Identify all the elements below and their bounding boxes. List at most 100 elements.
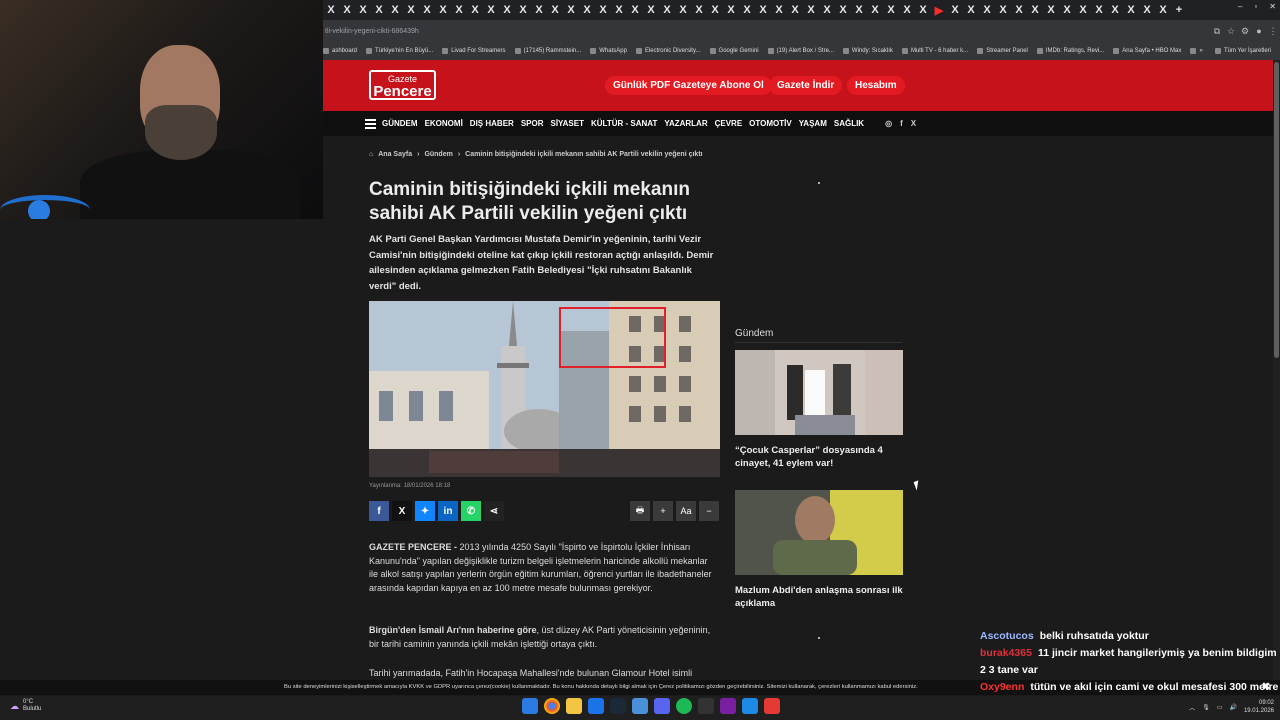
bookmark-item[interactable]: IMDb: Ratings, Revi...: [1036, 48, 1104, 54]
browser-tab[interactable]: X: [771, 4, 787, 16]
browser-tab[interactable]: X: [339, 4, 355, 16]
instagram-icon[interactable]: ◎: [885, 119, 892, 128]
browser-tab[interactable]: X: [755, 4, 771, 16]
font-size-icon[interactable]: Aa: [676, 501, 696, 521]
browser-tab[interactable]: X: [499, 4, 515, 16]
app-icon[interactable]: [588, 698, 604, 714]
bookmark-item[interactable]: (19) Alert Box / Stre...: [767, 48, 834, 54]
file-explorer-icon[interactable]: [566, 698, 582, 714]
bookmark-item[interactable]: Türkiye'nin En Büyü...: [366, 48, 433, 54]
browser-tab[interactable]: X: [387, 4, 403, 16]
browser-tab[interactable]: X: [323, 4, 339, 16]
maximize-icon[interactable]: ▫: [1254, 2, 1257, 11]
nav-item[interactable]: YAŞAM: [799, 119, 827, 128]
nav-item[interactable]: SAĞLIK: [834, 119, 864, 128]
news-card-image[interactable]: [735, 350, 903, 435]
browser-tab[interactable]: X: [1059, 4, 1075, 16]
weather-widget[interactable]: ☁ 0°C Bulutlu: [10, 699, 41, 713]
scrollbar-thumb[interactable]: [1274, 62, 1279, 358]
bookmark-star-icon[interactable]: ☆: [1224, 26, 1238, 37]
nav-item[interactable]: YAZARLAR: [664, 119, 707, 128]
network-icon[interactable]: ▭: [1217, 704, 1223, 711]
x-share-icon[interactable]: X: [392, 501, 412, 521]
browser-tab[interactable]: X: [643, 4, 659, 16]
install-app-icon[interactable]: ⧉: [1210, 26, 1224, 37]
linkedin-share-icon[interactable]: in: [438, 501, 458, 521]
chat-username[interactable]: Oxy9enn: [980, 681, 1024, 693]
close-window-icon[interactable]: ✕: [1269, 2, 1276, 11]
clock[interactable]: 09:02 19.01.2026: [1244, 699, 1274, 715]
browser-tab[interactable]: X: [1043, 4, 1059, 16]
browser-tab[interactable]: X: [1075, 4, 1091, 16]
browser-tab[interactable]: X: [963, 4, 979, 16]
browser-tab[interactable]: X: [1155, 4, 1171, 16]
mic-icon[interactable]: 🎙: [1202, 704, 1210, 711]
chat-username[interactable]: burak4365: [980, 647, 1032, 659]
browser-tab[interactable]: X: [451, 4, 467, 16]
menu-dots-icon[interactable]: ⋮: [1266, 26, 1280, 37]
browser-tab[interactable]: X: [531, 4, 547, 16]
bookmark-item[interactable]: Electronic Diversity...: [635, 48, 701, 54]
bookmark-item[interactable]: Windy: Sıcaklık: [842, 48, 893, 54]
browser-tab[interactable]: X: [739, 4, 755, 16]
site-logo[interactable]: Gazete Pencere: [369, 70, 436, 100]
chat-username[interactable]: Ascotucos: [980, 630, 1034, 642]
browser-tab[interactable]: X: [995, 4, 1011, 16]
browser-tab[interactable]: X: [787, 4, 803, 16]
nav-item[interactable]: OTOMOTİV: [749, 119, 792, 128]
source-link[interactable]: Birgün'den İsmail Arı'nın haberine göre: [369, 625, 536, 635]
nav-item[interactable]: ÇEVRE: [715, 119, 743, 128]
bookmark-item[interactable]: Streamer Panel: [977, 48, 1028, 54]
browser-tab[interactable]: X: [355, 4, 371, 16]
increase-font-button[interactable]: +: [653, 501, 673, 521]
extensions-icon[interactable]: ⚙: [1238, 26, 1252, 37]
browser-tab[interactable]: X: [723, 4, 739, 16]
print-icon[interactable]: 🖶: [630, 501, 650, 521]
browser-tab[interactable]: X: [659, 4, 675, 16]
hamburger-menu-icon[interactable]: [365, 117, 376, 131]
volume-icon[interactable]: 🔊: [1229, 704, 1236, 711]
browser-tab[interactable]: X: [1123, 4, 1139, 16]
browser-tab[interactable]: X: [515, 4, 531, 16]
app-icon[interactable]: [698, 698, 714, 714]
bookmark-item[interactable]: Google Gemini: [709, 48, 759, 54]
browser-tab[interactable]: X: [835, 4, 851, 16]
news-card-title[interactable]: “Çocuk Casperlar” dosyasında 4 cinayet, …: [735, 445, 903, 470]
x-icon[interactable]: X: [911, 119, 916, 128]
steam-icon[interactable]: [610, 698, 626, 714]
browser-tab[interactable]: X: [691, 4, 707, 16]
new-tab-button[interactable]: +: [1171, 4, 1187, 16]
nav-item[interactable]: DIŞ HABER: [470, 119, 514, 128]
download-newspaper-button[interactable]: Gazete İndir: [769, 76, 843, 95]
bookmark-item[interactable]: »: [1190, 48, 1203, 54]
browser-tab[interactable]: X: [1107, 4, 1123, 16]
discord-icon[interactable]: [654, 698, 670, 714]
browser-tab[interactable]: X: [1091, 4, 1107, 16]
browser-tab[interactable]: X: [899, 4, 915, 16]
breadcrumb-section[interactable]: Gündem: [424, 151, 452, 158]
nav-item[interactable]: SİYASET: [550, 119, 584, 128]
browser-tab[interactable]: X: [627, 4, 643, 16]
browser-tab[interactable]: X: [851, 4, 867, 16]
chrome-icon[interactable]: [544, 698, 560, 714]
browser-tab[interactable]: X: [803, 4, 819, 16]
browser-tab[interactable]: X: [819, 4, 835, 16]
start-icon[interactable]: [522, 698, 538, 714]
browser-tab[interactable]: X: [1011, 4, 1027, 16]
browser-tab[interactable]: X: [915, 4, 931, 16]
browser-tab[interactable]: X: [979, 4, 995, 16]
nav-item[interactable]: GÜNDEM: [382, 119, 418, 128]
nav-item[interactable]: EKONOMİ: [425, 119, 463, 128]
decrease-font-button[interactable]: −: [699, 501, 719, 521]
browser-tab[interactable]: X: [467, 4, 483, 16]
browser-tab[interactable]: X: [867, 4, 883, 16]
spotify-icon[interactable]: [676, 698, 692, 714]
app-icon[interactable]: [720, 698, 736, 714]
app-icon[interactable]: [632, 698, 648, 714]
url-text[interactable]: tli-vekilin-yegeni-cikti-686439h: [325, 28, 1210, 35]
browser-tab[interactable]: X: [883, 4, 899, 16]
browser-tab[interactable]: X: [371, 4, 387, 16]
subscribe-pdf-button[interactable]: Günlük PDF Gazeteye Abone Ol: [605, 76, 772, 95]
browser-tab[interactable]: X: [707, 4, 723, 16]
browser-tab[interactable]: X: [1027, 4, 1043, 16]
